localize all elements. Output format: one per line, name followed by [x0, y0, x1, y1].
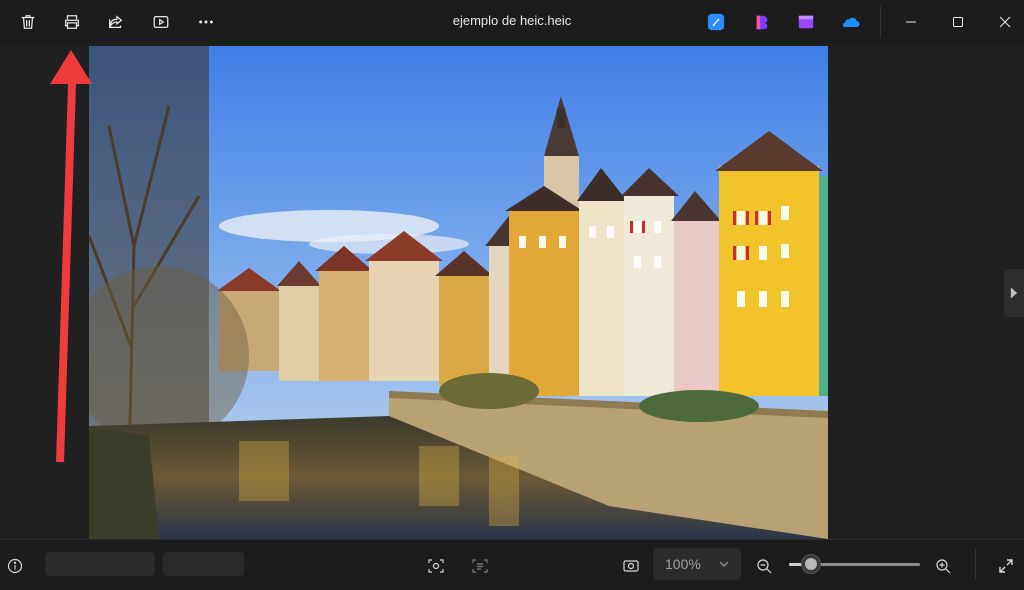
zoom-out-button[interactable] [750, 552, 778, 580]
photo-image [89, 46, 828, 539]
zoom-in-button[interactable] [929, 552, 957, 580]
more-button[interactable] [190, 6, 222, 38]
image-canvas[interactable] [0, 44, 1024, 539]
play-icon [153, 15, 169, 29]
scan-icon [428, 559, 444, 573]
onedrive-app-icon[interactable] [840, 12, 860, 32]
zoom-value: 100% [665, 556, 701, 572]
info-button[interactable] [1, 552, 29, 580]
zoom-in-icon [936, 559, 951, 574]
text-scan-icon [472, 559, 488, 573]
zoom-slider-thumb[interactable] [801, 554, 821, 574]
title-bar: ejemplo de heic.heic [0, 0, 1024, 44]
designer-app-icon[interactable] [706, 12, 726, 32]
print-button[interactable] [56, 6, 88, 38]
divider [880, 6, 881, 38]
minimize-button[interactable] [888, 0, 934, 44]
video-editor-app-icon[interactable] [796, 12, 816, 32]
zoom-dropdown[interactable]: 100% [653, 548, 741, 580]
photo [89, 46, 828, 539]
maximize-icon [953, 17, 963, 27]
info-icon [7, 558, 23, 574]
minimize-icon [906, 21, 916, 23]
more-icon [199, 20, 213, 24]
bottom-bar: 100% [0, 539, 1024, 590]
share-icon [109, 15, 123, 29]
delete-button[interactable] [12, 6, 44, 38]
fullscreen-button[interactable] [992, 552, 1020, 580]
actual-size-button[interactable] [617, 552, 645, 580]
expand-icon [999, 559, 1013, 573]
chevron-right-icon [1010, 287, 1018, 299]
share-button[interactable] [100, 6, 132, 38]
close-button[interactable] [982, 0, 1024, 44]
text-scan-button[interactable] [466, 552, 494, 580]
close-icon [999, 16, 1011, 28]
trash-icon [21, 15, 35, 29]
chevron-down-icon [719, 561, 729, 567]
clipchamp-app-icon[interactable] [752, 12, 772, 32]
visual-search-button[interactable] [422, 552, 450, 580]
filmstrip-placeholder-1 [45, 552, 155, 576]
slideshow-button[interactable] [145, 6, 177, 38]
next-image-button[interactable] [1004, 269, 1024, 317]
filmstrip-placeholder-2 [163, 552, 244, 576]
image-frame-icon [623, 560, 639, 572]
maximize-button[interactable] [935, 0, 981, 44]
printer-icon [65, 15, 79, 29]
zoom-out-icon [757, 559, 772, 574]
divider [975, 548, 976, 580]
